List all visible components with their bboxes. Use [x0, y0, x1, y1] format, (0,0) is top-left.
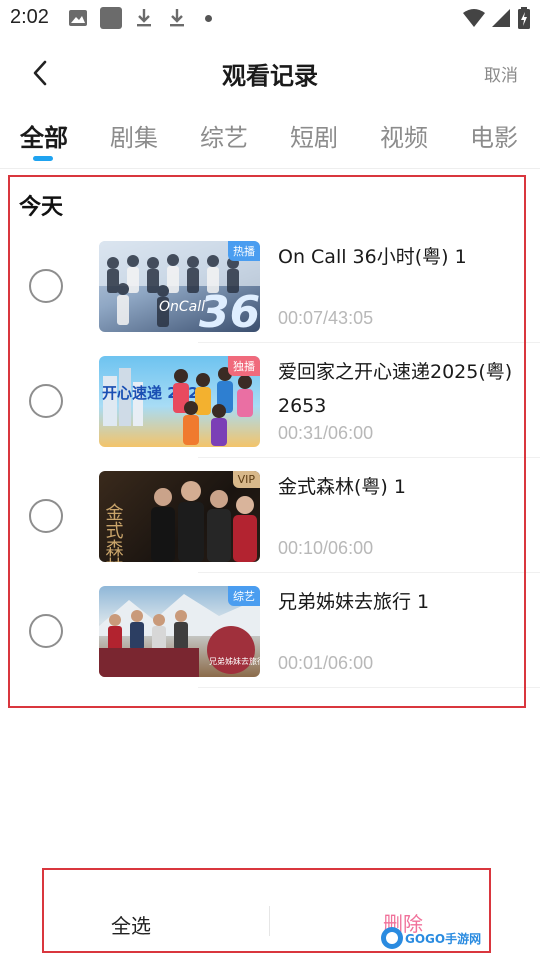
select-radio[interactable] — [29, 614, 63, 648]
video-thumbnail[interactable]: 金式森林 VIP — [99, 471, 260, 562]
battery-charging-icon — [518, 7, 530, 29]
vip-badge: VIP — [232, 471, 260, 488]
list-item[interactable]: 金式森林 VIP 金式森林(粤) 1 00:10/06:00 — [0, 458, 540, 573]
watermark-logo: GOGO手游网 — [381, 927, 481, 949]
item-title[interactable]: 兄弟姊妹去旅行 1 — [278, 585, 518, 619]
item-title[interactable]: 金式森林(粤) 1 — [278, 470, 518, 504]
tab-movie[interactable]: 电影 — [470, 118, 518, 153]
thumb-label: 开心速递 2025 — [102, 384, 209, 402]
tab-video[interactable]: 视频 — [380, 118, 428, 153]
watch-progress: 00:01/06:00 — [278, 653, 374, 673]
video-thumbnail[interactable]: OnCall 36 热播 — [99, 241, 260, 332]
section-title-today: 今天 — [19, 195, 64, 220]
tabs-divider — [0, 168, 540, 169]
list-item[interactable]: 兄弟姊妹去旅行 综艺 兄弟姊妹去旅行 1 00:01/06:00 — [0, 573, 540, 688]
watch-progress: 00:10/06:00 — [278, 538, 374, 558]
app-header: 观看记录 取消 — [0, 44, 540, 100]
cancel-button[interactable]: 取消 — [484, 61, 518, 86]
app-square-icon — [100, 7, 122, 29]
tab-variety[interactable]: 综艺 — [200, 118, 248, 153]
status-time: 2:02 — [10, 6, 49, 28]
item-title[interactable]: On Call 36小时(粤) 1 — [278, 240, 518, 274]
tab-all[interactable]: 全部 — [20, 118, 68, 153]
row-divider — [198, 687, 540, 688]
watch-progress: 00:07/43:05 — [278, 308, 374, 328]
category-tabs: 全部 剧集 综艺 短剧 视频 电影 — [0, 118, 540, 168]
tab-series[interactable]: 剧集 — [110, 118, 158, 153]
hot-badge: 热播 — [228, 241, 260, 261]
gallery-icon — [69, 10, 87, 26]
page-title: 观看记录 — [222, 62, 318, 90]
video-thumbnail[interactable]: 开心速递 2025 独播 — [99, 356, 260, 447]
exclusive-badge: 独播 — [228, 356, 260, 376]
watermark-text: GOGO手游网 — [405, 931, 481, 946]
video-thumbnail[interactable]: 兄弟姊妹去旅行 综艺 — [99, 586, 260, 677]
variety-badge: 综艺 — [228, 586, 260, 606]
watch-progress: 00:31/06:00 — [278, 423, 374, 443]
list-item[interactable]: OnCall 36 热播 On Call 36小时(粤) 1 00:07/43:… — [0, 228, 540, 343]
signal-icon — [492, 9, 510, 27]
thumb-label: 金式森林 — [103, 503, 124, 562]
download-icon — [137, 9, 151, 27]
dot-icon — [205, 15, 212, 22]
select-radio[interactable] — [29, 269, 63, 303]
select-radio[interactable] — [29, 499, 63, 533]
item-title[interactable]: 爱回家之开心速递2025(粤) 2653 — [278, 355, 518, 423]
tab-short-drama[interactable]: 短剧 — [290, 118, 338, 153]
download-icon — [170, 9, 184, 27]
status-bar: 2:02 — [0, 0, 540, 36]
active-tab-indicator — [33, 156, 53, 161]
select-radio[interactable] — [29, 384, 63, 418]
list-item[interactable]: 开心速递 2025 独播 爱回家之开心速递2025(粤) 2653 00:31/… — [0, 343, 540, 458]
bottom-bar-divider — [269, 906, 270, 936]
select-all-button[interactable]: 全选 — [111, 910, 151, 939]
thumb-label: 兄弟姊妹去旅行 — [209, 656, 260, 666]
wifi-icon — [463, 9, 485, 27]
thumb-label: 36 — [199, 287, 260, 332]
